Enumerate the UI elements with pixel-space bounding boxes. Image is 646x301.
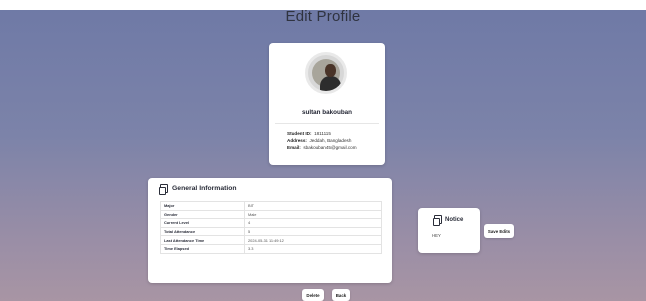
profile-name: sultan bakouban: [301, 109, 353, 116]
general-information-header: General Information: [159, 184, 237, 195]
email-line: Email: sbakouban45@gmail.com: [287, 145, 357, 150]
avatar-photo-icon: [312, 59, 341, 91]
row-value: 2024-05-31 11:49:12: [244, 235, 382, 245]
delete-button[interactable]: Delete: [302, 289, 324, 301]
table-row: Gender Male: [160, 209, 382, 220]
student-id-label: Student ID:: [287, 131, 312, 136]
table-row: Current Level 4: [160, 218, 382, 228]
student-id-line: Student ID: 1811115: [287, 131, 331, 136]
document-icon: [159, 184, 168, 195]
address-line: Address: Jeddah, Bangladesh: [287, 138, 351, 143]
address-value: Jeddah, Bangladesh: [309, 138, 352, 143]
email-value: sbakouban45@gmail.com: [303, 145, 357, 150]
row-value: BIT: [244, 201, 382, 211]
table-row: Major BIT: [160, 201, 382, 211]
row-key: Current Level: [160, 218, 245, 228]
row-key: Last Attendance Time: [160, 235, 245, 245]
save-edits-button[interactable]: Save Edits: [484, 224, 514, 238]
notice-body: HEY: [432, 233, 441, 238]
notice-header: Notice: [433, 215, 464, 226]
document-icon: [433, 215, 442, 226]
row-value: 3.3: [244, 243, 382, 254]
profile-divider: [275, 123, 379, 124]
general-information-table: Major BIT Gender Male Current Level 4 Total At…: [160, 201, 382, 254]
general-information-title: General Information: [172, 185, 237, 192]
general-information-card: General Information Major BIT Gender Male Cu…: [148, 178, 392, 283]
table-row: Last Attendance Time 2024-05-31 11:49:12: [160, 235, 382, 245]
student-id-value: 1811115: [314, 131, 331, 136]
table-row: Time Elapsed 3.3: [160, 243, 382, 254]
row-key: Time Elapsed: [160, 243, 245, 254]
row-value: 4: [244, 218, 382, 228]
row-key: Total Attendance: [160, 226, 245, 237]
table-row: Total Attendance 5: [160, 226, 382, 237]
email-label: Email:: [287, 145, 301, 150]
back-button[interactable]: Back: [332, 289, 350, 301]
notice-title: Notice: [445, 216, 464, 223]
page-title: Edit Profile: [285, 8, 361, 25]
row-value: 5: [244, 226, 382, 237]
notice-card: Notice HEY: [418, 208, 480, 253]
row-key: Major: [160, 201, 245, 211]
row-key: Gender: [160, 209, 245, 220]
address-label: Address:: [287, 138, 307, 143]
row-value: Male: [244, 209, 382, 220]
profile-card: sultan bakouban Student ID: 1811115 Addr…: [269, 43, 385, 165]
avatar: [305, 52, 347, 94]
